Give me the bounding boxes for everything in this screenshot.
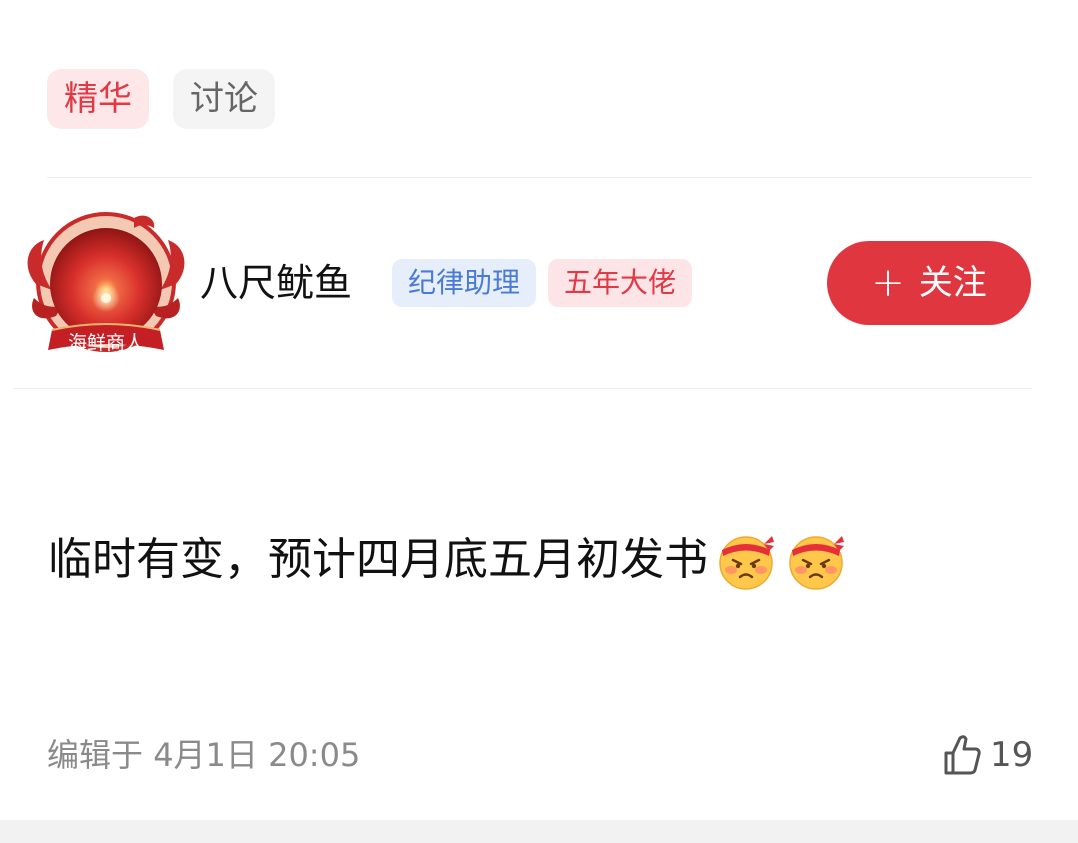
plus-icon: + [871, 260, 905, 306]
post-page: 精华 讨论 海鲜商人 八尺鱿鱼 纪律助理 五年大佬 + 关注 临时有变，预计四月… [0, 0, 1078, 843]
edited-prefix: 编辑于 [47, 736, 144, 774]
badge-five-year-veteran: 五年大佬 [548, 259, 692, 307]
divider [14, 388, 1032, 389]
thumbs-up-icon [944, 735, 981, 775]
follow-button[interactable]: + 关注 [827, 241, 1031, 325]
tag-discussion[interactable]: 讨论 [173, 69, 275, 129]
angry-headband-emoji [789, 536, 844, 590]
follow-button-label: 关注 [918, 263, 987, 303]
tag-featured[interactable]: 精华 [47, 69, 149, 129]
like-count: 19 [990, 735, 1034, 775]
author-name[interactable]: 八尺鱿鱼 [200, 258, 352, 308]
avatar[interactable]: 海鲜商人 [16, 206, 196, 368]
post-content: 临时有变，预计四月底五月初发书 [48, 528, 848, 592]
divider [47, 177, 1032, 178]
angry-headband-emoji [719, 536, 774, 590]
post-text: 临时有变，预计四月底五月初发书 [48, 534, 708, 585]
badge-discipline-assistant: 纪律助理 [392, 259, 536, 307]
bottom-separator [0, 820, 1078, 843]
edited-time: 4月1日 20:05 [153, 736, 361, 774]
like-button[interactable]: 19 [942, 731, 1033, 779]
avatar-frame-label: 海鲜商人 [68, 332, 144, 354]
edited-timestamp: 编辑于 4月1日 20:05 [47, 733, 360, 777]
